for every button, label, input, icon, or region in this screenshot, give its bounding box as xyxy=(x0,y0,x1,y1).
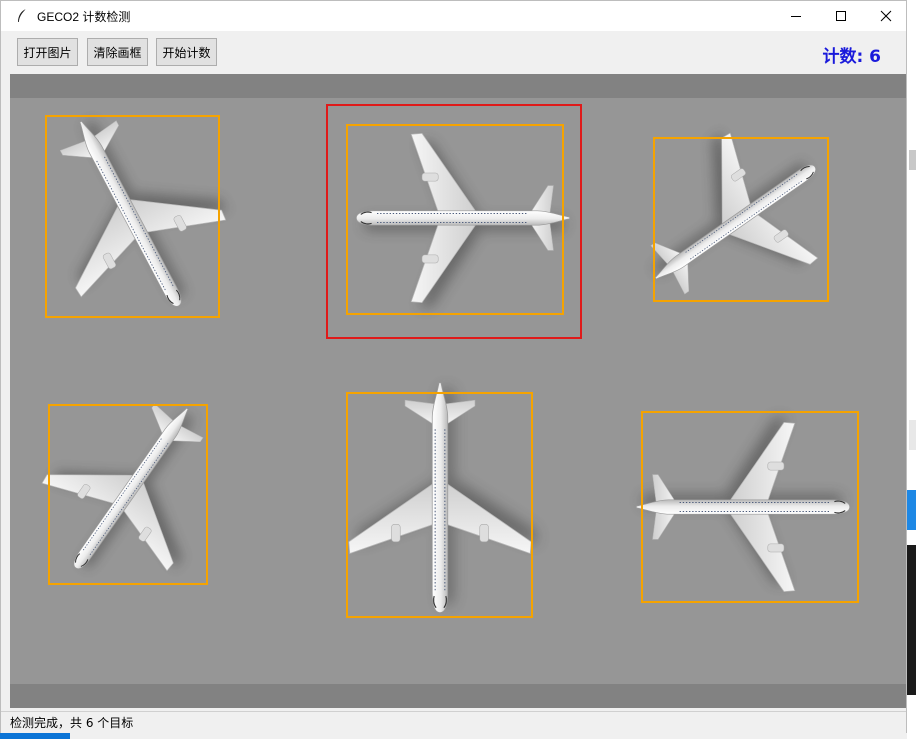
desktop-fragment xyxy=(907,490,916,530)
window-title: GECO2 计数检测 xyxy=(37,10,131,24)
canvas-top-band xyxy=(10,74,906,98)
status-text: 检测完成，共 6 个目标 xyxy=(10,716,134,730)
desktop-fragment xyxy=(909,420,916,450)
feather-icon xyxy=(18,8,27,23)
app-window: GECO2 计数检测 打开图片 清除画框 开始计数 计数: 6 检测完成，共 6… xyxy=(0,0,907,733)
count-display: 计数: 6 xyxy=(822,47,881,67)
canvas-bottom-band xyxy=(10,684,906,708)
desktop-background xyxy=(907,0,916,739)
maximize-button[interactable] xyxy=(818,1,864,31)
desktop-fragment xyxy=(907,545,916,695)
close-button[interactable] xyxy=(863,1,909,31)
close-icon xyxy=(880,10,892,22)
minimize-icon xyxy=(791,16,801,17)
maximize-icon xyxy=(836,11,846,21)
status-bar: 检测完成，共 6 个目标 xyxy=(1,711,906,733)
minimize-button[interactable] xyxy=(773,1,819,31)
desktop-fragment xyxy=(909,150,916,170)
title-bar[interactable]: GECO2 计数检测 xyxy=(1,1,906,31)
start-count-button[interactable]: 开始计数 xyxy=(156,38,217,66)
open-image-button[interactable]: 打开图片 xyxy=(17,38,78,66)
clear-boxes-button[interactable]: 清除画框 xyxy=(87,38,148,66)
image-canvas[interactable] xyxy=(10,74,906,708)
canvas-background xyxy=(10,74,906,708)
toolbar: 打开图片 清除画框 开始计数 计数: 6 xyxy=(1,31,906,73)
